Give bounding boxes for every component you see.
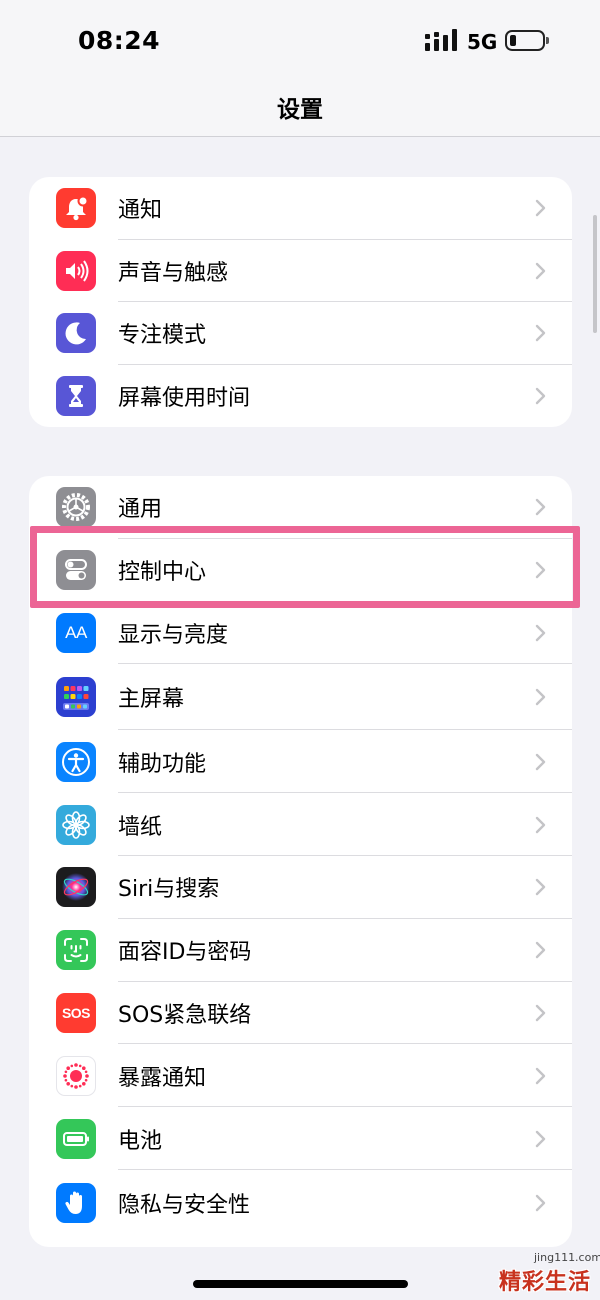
settings-item-exposure-notifications[interactable]: 暴露通知: [29, 1044, 572, 1108]
settings-item-label: 控制中心: [118, 560, 207, 586]
battery-icon: [56, 1118, 96, 1159]
icon-glyph: SOS: [61, 1004, 91, 1021]
chevron-right-icon: [535, 1067, 546, 1084]
status-time: 08:24: [78, 26, 161, 55]
settings-item-label: 显示与亮度: [118, 622, 229, 648]
settings-item-label: 墙纸: [118, 814, 163, 840]
settings-item-label: 屏幕使用时间: [118, 385, 251, 411]
network-type: 5G: [467, 30, 498, 54]
chevron-right-icon: [535, 753, 546, 770]
chevron-right-icon: [535, 879, 546, 896]
hand-icon: [56, 1182, 96, 1223]
settings-item-screen-time[interactable]: 屏幕使用时间: [29, 365, 572, 428]
chevron-right-icon: [535, 200, 546, 217]
settings-item-accessibility[interactable]: 辅助功能: [29, 730, 572, 794]
settings-item-label: 专注模式: [118, 323, 207, 349]
gear-icon: [56, 487, 96, 528]
signal-strength-icon: [425, 29, 457, 51]
face-id-icon: [56, 930, 96, 971]
chevron-right-icon: [535, 941, 546, 959]
settings-item-label: 声音与触感: [118, 260, 229, 286]
settings-item-wallpaper[interactable]: 墙纸: [29, 793, 572, 856]
watermark-url: jing111.com: [534, 1251, 600, 1264]
settings-item-label: 面容ID与密码: [118, 940, 252, 966]
settings-item-focus[interactable]: 专注模式: [29, 302, 572, 365]
chevron-right-icon: [535, 262, 546, 279]
settings-item-label: 主屏幕: [118, 687, 185, 713]
sos-icon: SOS: [56, 992, 96, 1033]
settings-item-battery[interactable]: 电池: [29, 1107, 572, 1170]
settings-item-home-screen[interactable]: 主屏幕: [29, 664, 572, 731]
settings-group-1: 通知 声音与触感 专注模式 屏幕使用时间: [29, 177, 572, 427]
home-grid-icon: [56, 677, 96, 718]
accessibility-icon: [56, 741, 96, 782]
settings-group-2: 通用 控制中心 AA 显示与亮度 主屏幕 辅助功能 墙纸 Siri与搜索 面容I…: [29, 476, 572, 1247]
hourglass-icon: [56, 375, 96, 416]
chevron-right-icon: [535, 816, 546, 833]
bell-badge-icon: [56, 188, 96, 229]
chevron-right-icon: [535, 1004, 546, 1022]
battery-level: [510, 35, 516, 46]
settings-item-label: Siri与搜索: [118, 877, 220, 903]
settings-item-label: 通用: [118, 497, 163, 523]
settings-item-label: 辅助功能: [118, 751, 207, 777]
moon-icon: [56, 313, 96, 354]
status-bar: 08:24 5G: [0, 0, 600, 80]
flower-icon: [56, 804, 96, 845]
speaker-icon: [56, 250, 96, 291]
settings-item-label: 暴露通知: [118, 1065, 207, 1091]
settings-item-label: 电池: [118, 1128, 163, 1154]
page-title: 设置: [277, 97, 323, 123]
settings-item-label: 隐私与安全性: [118, 1192, 251, 1218]
settings-item-face-id-passcode[interactable]: 面容ID与密码: [29, 919, 572, 982]
navigation-header: 设置: [0, 80, 600, 137]
settings-item-label: SOS紧急联络: [118, 1002, 252, 1028]
settings-item-general[interactable]: 通用: [29, 476, 572, 539]
chevron-right-icon: [535, 624, 546, 642]
battery-status-icon: [505, 30, 549, 51]
settings-item-siri-search[interactable]: Siri与搜索: [29, 856, 572, 919]
chevron-right-icon: [535, 1194, 546, 1212]
siri-icon: [56, 867, 96, 908]
settings-item-sounds-haptics[interactable]: 声音与触感: [29, 240, 572, 302]
chevron-right-icon: [535, 561, 546, 579]
settings-item-label: 通知: [118, 198, 163, 224]
settings-item-privacy-security[interactable]: 隐私与安全性: [29, 1170, 572, 1236]
exposure-icon: [56, 1055, 96, 1096]
chevron-right-icon: [535, 499, 546, 516]
toggles-icon: [56, 550, 96, 591]
chevron-right-icon: [535, 1130, 546, 1147]
settings-item-notifications[interactable]: 通知: [29, 177, 572, 240]
home-indicator[interactable]: [193, 1280, 408, 1288]
text-size-icon: AA: [56, 612, 96, 653]
settings-item-emergency-sos[interactable]: SOS SOS紧急联络: [29, 982, 572, 1045]
icon-glyph: AA: [65, 622, 87, 642]
chevron-right-icon: [535, 387, 546, 404]
chevron-right-icon: [535, 325, 546, 342]
watermark-brand: 精彩生活: [499, 1270, 592, 1295]
settings-item-control-center[interactable]: 控制中心: [29, 539, 572, 602]
settings-item-display-brightness[interactable]: AA 显示与亮度: [29, 602, 572, 665]
scroll-indicator[interactable]: [593, 215, 597, 333]
chevron-right-icon: [535, 689, 546, 706]
